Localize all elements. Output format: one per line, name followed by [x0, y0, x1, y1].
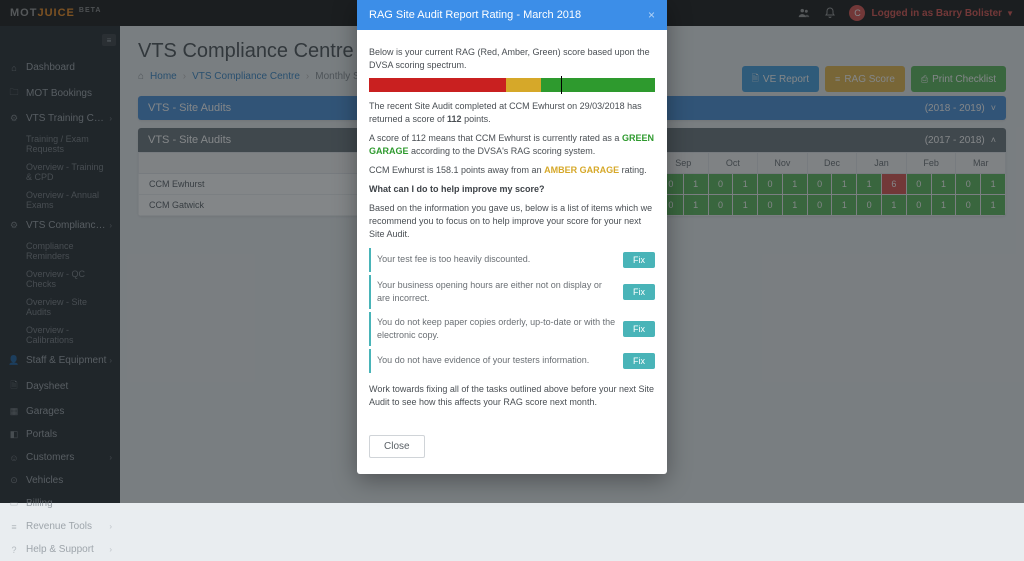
- fix-button[interactable]: Fix: [623, 353, 655, 369]
- chevron-right-icon: ›: [109, 545, 112, 554]
- recommendation-item: Your business opening hours are either n…: [369, 275, 655, 309]
- modal-footer: Close: [357, 425, 667, 474]
- modal-intro: Below is your current RAG (Red, Amber, G…: [369, 46, 655, 72]
- modal-outro: Work towards fixing all of the tasks out…: [369, 383, 655, 409]
- recommendation-list: Your test fee is too heavily discounted.…: [369, 248, 655, 373]
- recommendation-item: Your test fee is too heavily discounted.…: [369, 248, 655, 272]
- modal-body: Below is your current RAG (Red, Amber, G…: [357, 30, 667, 425]
- rag-amber-segment: [506, 78, 540, 92]
- recommendation-text: Your test fee is too heavily discounted.: [377, 253, 617, 266]
- recommendation-text: You do not keep paper copies orderly, up…: [377, 316, 617, 342]
- chevron-right-icon: ›: [109, 522, 112, 531]
- modal-distance-line: CCM Ewhurst is 158.1 points away from an…: [369, 164, 655, 177]
- modal-title: RAG Site Audit Report Rating - March 201…: [369, 9, 581, 21]
- modal-header: RAG Site Audit Report Rating - March 201…: [357, 0, 667, 30]
- improve-heading: What can I do to help improve my score?: [369, 183, 655, 196]
- sidebar-item-help-support[interactable]: ? Help & Support›: [0, 538, 120, 561]
- rag-spectrum-bar: [369, 78, 655, 92]
- fix-button[interactable]: Fix: [623, 284, 655, 300]
- rag-green-segment: [541, 78, 655, 92]
- recommendation-text: You do not have evidence of your testers…: [377, 354, 617, 367]
- modal-rating-line: A score of 112 means that CCM Ewhurst is…: [369, 132, 655, 158]
- recommendation-item: You do not have evidence of your testers…: [369, 349, 655, 373]
- sidebar-item-revenue-tools[interactable]: ≡ Revenue Tools›: [0, 515, 120, 538]
- recommendation-text: Your business opening hours are either n…: [377, 279, 617, 305]
- sidebar-item-label: Help & Support: [26, 544, 109, 555]
- improve-sub: Based on the information you gave us, be…: [369, 202, 655, 241]
- rag-modal: RAG Site Audit Report Rating - March 201…: [357, 0, 667, 474]
- modal-score-line: The recent Site Audit completed at CCM E…: [369, 100, 655, 126]
- amber-garage-label: AMBER GARAGE: [544, 165, 619, 175]
- fix-button[interactable]: Fix: [623, 321, 655, 337]
- sidebar-icon: ≡: [8, 522, 20, 532]
- close-icon[interactable]: ×: [648, 8, 655, 22]
- fix-button[interactable]: Fix: [623, 252, 655, 268]
- rag-red-segment: [369, 78, 506, 92]
- sidebar-item-label: Revenue Tools: [26, 521, 109, 532]
- sidebar-icon: ?: [8, 545, 20, 555]
- recommendation-item: You do not keep paper copies orderly, up…: [369, 312, 655, 346]
- close-button[interactable]: Close: [369, 435, 425, 458]
- score-value: 112: [447, 114, 462, 124]
